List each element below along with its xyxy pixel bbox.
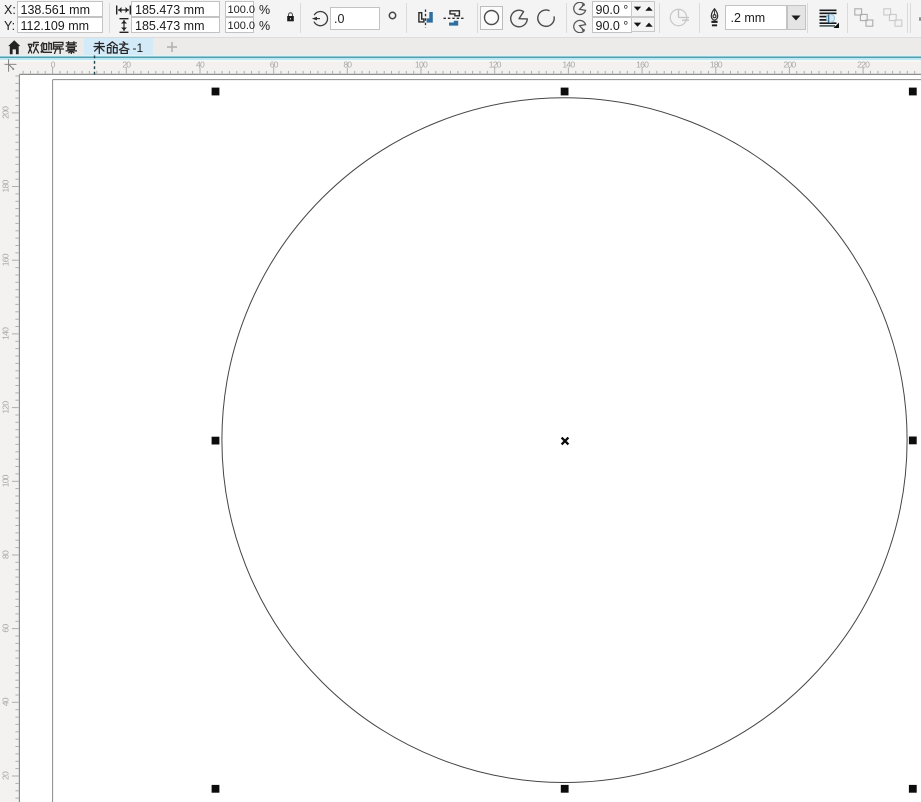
svg-text:60: 60 (1, 624, 11, 633)
svg-text:140: 140 (562, 60, 575, 70)
svg-text:100: 100 (415, 60, 428, 70)
svg-text:140: 140 (1, 327, 11, 340)
svg-text:160: 160 (1, 253, 11, 266)
svg-text:220: 220 (857, 60, 870, 70)
svg-text:100: 100 (1, 474, 11, 487)
svg-text:80: 80 (343, 60, 352, 70)
svg-text:40: 40 (1, 697, 11, 706)
svg-text:80: 80 (1, 550, 11, 559)
svg-text:200: 200 (783, 60, 796, 70)
svg-text:120: 120 (489, 60, 502, 70)
svg-text:160: 160 (636, 60, 649, 70)
svg-text:0: 0 (51, 60, 56, 70)
svg-text:20: 20 (1, 771, 11, 780)
svg-text:120: 120 (1, 401, 11, 414)
svg-text:40: 40 (196, 60, 205, 70)
svg-text:60: 60 (270, 60, 279, 70)
svg-text:180: 180 (710, 60, 723, 70)
svg-text:200: 200 (1, 106, 11, 119)
svg-text:180: 180 (1, 180, 11, 193)
svg-text:20: 20 (122, 60, 131, 70)
